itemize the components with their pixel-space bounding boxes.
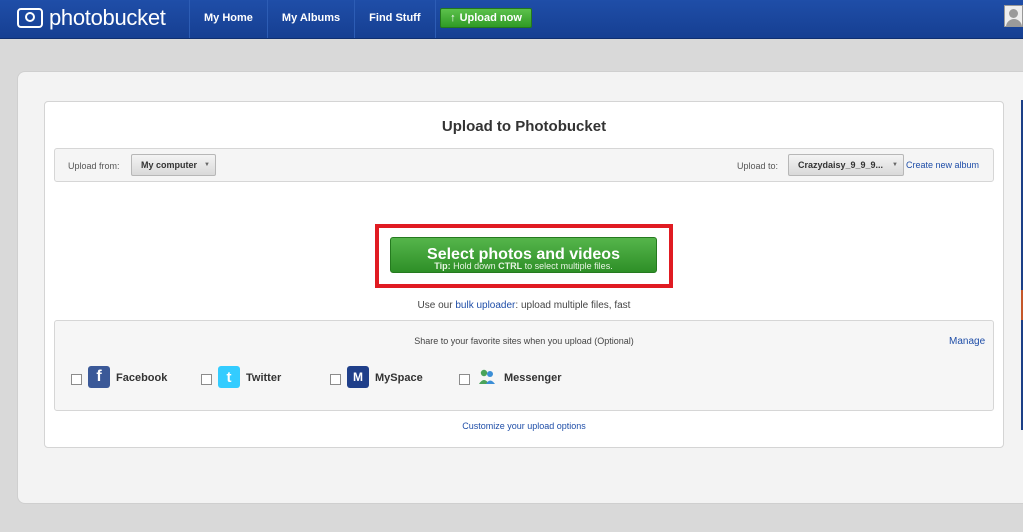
twitter-checkbox[interactable] bbox=[201, 373, 212, 385]
bulk-uploader-text: Use our bulk uploader: upload multiple f… bbox=[417, 300, 631, 311]
upload-to-value: Crazydaisy_9_9_9... bbox=[798, 160, 884, 170]
nav-find-stuff[interactable]: Find Stuff bbox=[354, 0, 436, 38]
messenger-checkbox[interactable] bbox=[459, 373, 470, 385]
myspace-label: MySpace bbox=[375, 372, 423, 384]
facebook-label: Facebook bbox=[116, 372, 168, 384]
camera-icon bbox=[17, 8, 43, 28]
share-site-twitter: t Twitter bbox=[201, 364, 281, 390]
share-site-messenger: Messenger bbox=[459, 364, 561, 390]
create-new-album-link[interactable]: Create new album bbox=[906, 160, 979, 170]
upload-to-dropdown[interactable]: Crazydaisy_9_9_9... ▼ bbox=[788, 154, 904, 176]
caret-down-icon: ▼ bbox=[204, 162, 210, 168]
page-title: Upload to Photobucket bbox=[441, 118, 607, 135]
messenger-icon bbox=[476, 366, 498, 388]
user-icon bbox=[1009, 9, 1018, 18]
arrow-up-icon: ↑ bbox=[450, 12, 456, 24]
messenger-label: Messenger bbox=[504, 372, 562, 384]
logo-text: photobucket bbox=[49, 5, 166, 30]
share-site-myspace: M MySpace bbox=[330, 364, 423, 390]
nav-my-home[interactable]: My Home bbox=[189, 0, 267, 38]
nav-my-albums[interactable]: My Albums bbox=[266, 0, 354, 38]
upload-source-bar: Upload from: My computer ▼ Upload to: Cr… bbox=[54, 148, 994, 182]
photobucket-logo[interactable]: photobucket bbox=[17, 5, 166, 30]
manage-link[interactable]: Manage bbox=[949, 336, 985, 347]
bulk-uploader-link[interactable]: bulk uploader bbox=[455, 300, 515, 311]
myspace-icon: M bbox=[347, 366, 369, 388]
facebook-icon: f bbox=[88, 366, 110, 388]
customize-upload-options-link[interactable]: Customize your upload options bbox=[44, 421, 1004, 431]
upload-from-dropdown[interactable]: My computer ▼ bbox=[131, 154, 216, 176]
upload-now-label: Upload now bbox=[459, 12, 522, 24]
main-nav: My Home My Albums Find Stuff bbox=[189, 0, 436, 38]
twitter-label: Twitter bbox=[246, 372, 282, 384]
top-nav-bar: photobucket My Home My Albums Find Stuff… bbox=[0, 0, 1023, 39]
share-heading: Share to your favorite sites when you up… bbox=[414, 336, 634, 346]
avatar[interactable] bbox=[1004, 5, 1023, 27]
upload-to-label: Upload to: bbox=[737, 161, 779, 171]
myspace-checkbox[interactable] bbox=[330, 373, 341, 385]
highlight-box bbox=[375, 224, 673, 288]
upload-now-button[interactable]: ↑ Upload now bbox=[440, 8, 532, 28]
share-site-facebook: f Facebook bbox=[71, 364, 167, 390]
upload-from-label: Upload from: bbox=[68, 161, 120, 171]
twitter-icon: t bbox=[218, 366, 240, 388]
caret-down-icon: ▼ bbox=[892, 162, 898, 168]
upload-from-value: My computer bbox=[141, 160, 198, 170]
facebook-checkbox[interactable] bbox=[71, 373, 82, 385]
